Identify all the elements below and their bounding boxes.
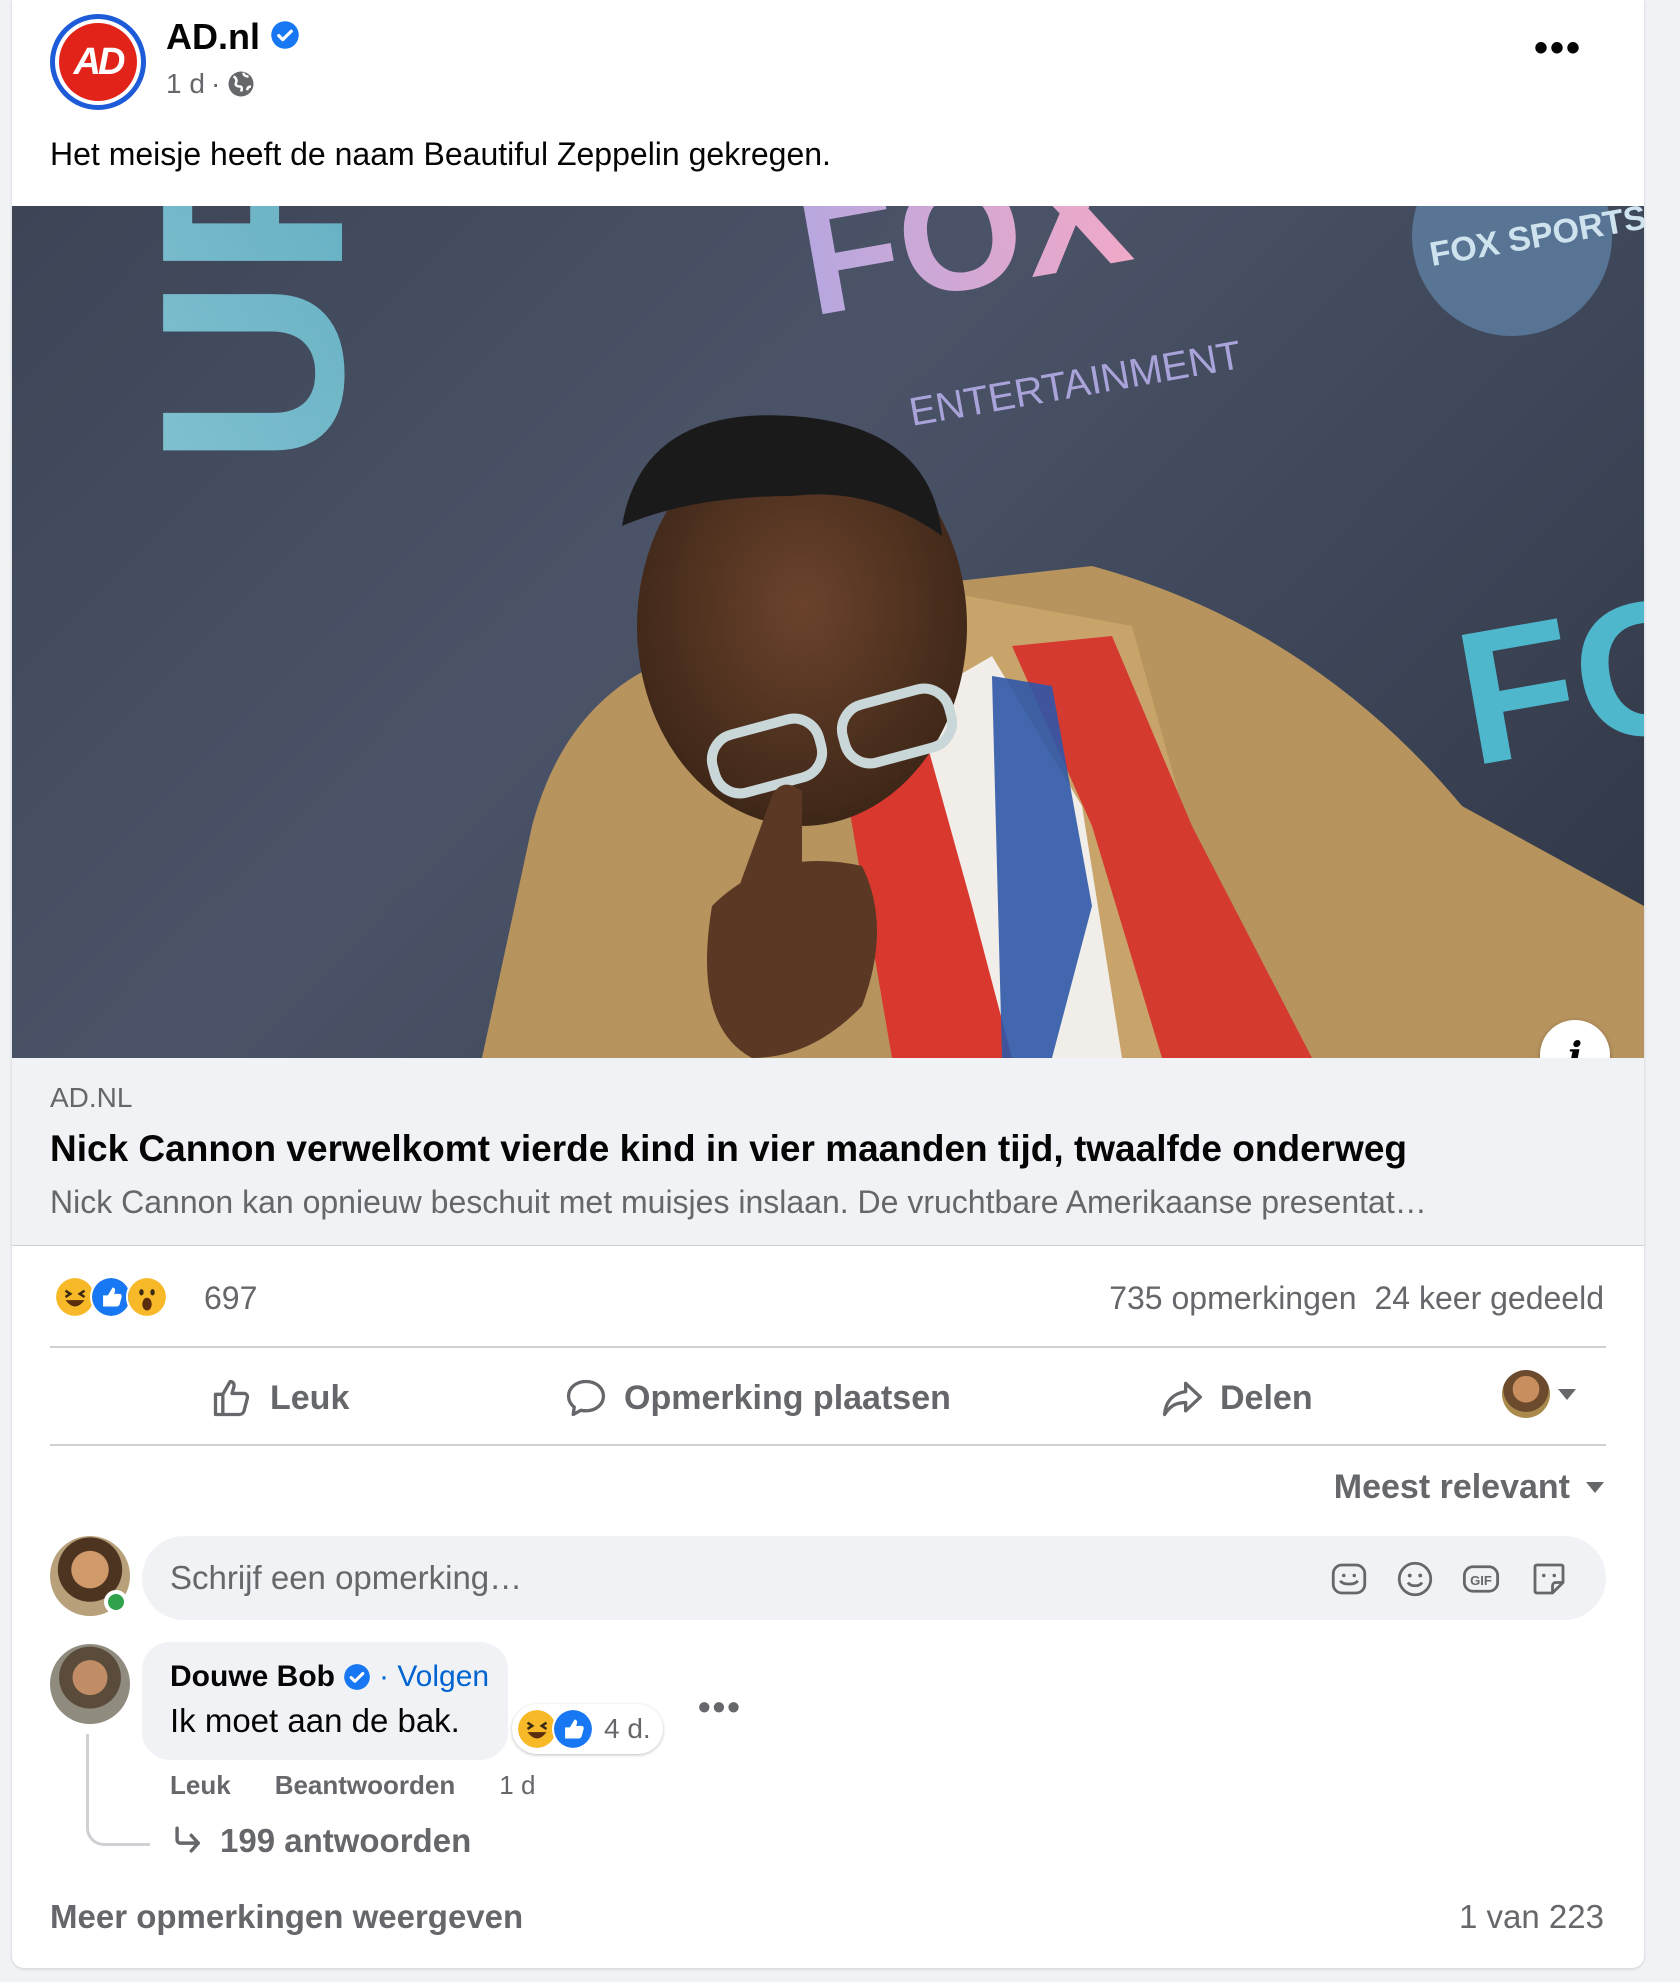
page-name-link[interactable]: AD.nl [166,16,260,58]
replies-label: 199 antwoorden [220,1822,472,1859]
identity-selector[interactable] [1502,1370,1576,1418]
comment-input[interactable] [170,1536,1270,1620]
post-options-button[interactable]: ••• [1534,28,1582,68]
commenter-avatar[interactable] [50,1644,130,1724]
post-stats: 735 opmerkingen 24 keer gedeeld [1109,1280,1604,1317]
gif-icon[interactable]: GIF [1460,1558,1502,1600]
comment-label: Opmerking plaatsen [624,1378,951,1417]
comment-time[interactable]: 1 d [499,1770,535,1801]
comment-author-link[interactable]: Douwe Bob [170,1660,335,1694]
reaction-count[interactable]: 697 [204,1280,257,1317]
thumbs-up-icon [213,1379,250,1417]
sticker-icon[interactable] [1528,1558,1570,1600]
like-reaction-icon [552,1708,594,1750]
backdrop-text-fo: FO [1442,552,1644,807]
svg-text:GIF: GIF [1470,1573,1492,1588]
comment-sort-dropdown[interactable]: Meest relevant [1334,1468,1604,1507]
post-time[interactable]: 1 d [166,68,205,100]
online-status-dot [104,1590,128,1614]
share-label: Delen [1220,1378,1313,1417]
link-title[interactable]: Nick Cannon verwelkomt vierde kind in vi… [50,1128,1407,1170]
comment-actions: Leuk Beantwoorden 1 d [170,1770,535,1801]
post-caption: Het meisje heeft de naam Beautiful Zeppe… [50,136,831,172]
link-domain: AD.NL [50,1082,133,1113]
post-card: AD AD.nl 1 d · ••• Het meisje heeft de n… [12,0,1644,1968]
globe-icon [228,71,254,97]
verified-badge-icon [271,21,299,49]
caret-down-icon [1586,1482,1604,1493]
caret-down-icon [1558,1388,1576,1400]
backdrop-text-fox: FOX [787,206,1142,349]
comment-text: Ik moet aan de bak. [170,1702,460,1739]
comment-bubble-icon [566,1379,606,1417]
like-label: Leuk [270,1378,350,1417]
reaction-icons[interactable] [54,1276,168,1318]
emoji-icon[interactable] [1394,1558,1436,1600]
link-description: Nick Cannon kan opnieuw beschuit met mui… [50,1184,1427,1220]
comments-pager: 1 van 223 [1459,1898,1604,1935]
comment-reaction-time: 4 d. [604,1713,651,1744]
avatar-sticker-icon[interactable] [1328,1558,1370,1600]
comment-like-button[interactable]: Leuk [170,1770,231,1801]
reply-arrow-icon [175,1826,201,1853]
divider [50,1444,1606,1446]
comment-reactions[interactable]: 4 d. [512,1704,663,1754]
comment-author-row: Douwe Bob · Volgen [170,1660,489,1694]
ad-logo: AD [59,23,137,101]
shares-count-link[interactable]: 24 keer gedeeld [1374,1280,1604,1317]
backdrop-text-entertainment: ENTERTAINMENT [906,333,1245,435]
comment-options-button[interactable]: ••• [698,1686,742,1728]
share-arrow-icon [1162,1381,1202,1417]
comment-composer[interactable]: GIF [142,1536,1606,1620]
comment-reply-button[interactable]: Beantwoorden [275,1770,456,1801]
follow-link[interactable]: · Volgen [379,1660,489,1694]
comments-count-link[interactable]: 735 opmerkingen [1109,1280,1356,1317]
meta-separator: · [210,68,221,99]
thread-line [86,1734,150,1846]
page-avatar[interactable]: AD [50,14,146,110]
photo-illustration: UPF FOX ENTERTAINMENT FOX SPORTS FO [108,206,1644,1058]
identity-avatar [1502,1370,1550,1418]
divider [50,1346,1606,1348]
view-replies-button[interactable]: 199 antwoorden [170,1822,471,1860]
post-meta: 1 d · [166,68,256,100]
wow-reaction-icon [126,1276,168,1318]
more-comments-link[interactable]: Meer opmerkingen weergeven [50,1898,523,1936]
backdrop-text-upf: UPF [108,206,398,466]
verified-badge-icon [344,1664,370,1690]
link-preview-image[interactable]: UPF FOX ENTERTAINMENT FOX SPORTS FO [12,206,1644,1058]
share-button[interactable]: Delen [1160,1370,1313,1426]
sort-label: Meest relevant [1333,1468,1570,1506]
comment-button[interactable]: Opmerking plaatsen [564,1370,951,1426]
like-button[interactable]: Leuk [210,1370,349,1426]
